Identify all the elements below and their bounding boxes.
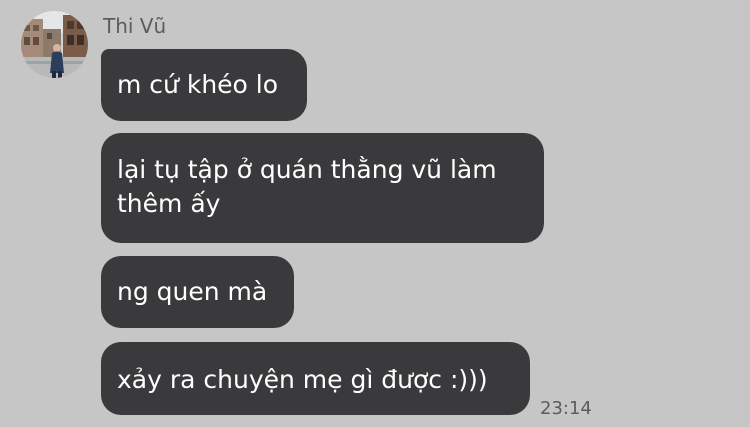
message-text: m cứ khéo lo — [117, 70, 279, 99]
contact-avatar[interactable] — [21, 11, 88, 78]
sender-name: Thi Vũ — [103, 14, 167, 38]
message-text: lại tụ tập ở quán thằng vũ làm — [117, 155, 497, 184]
chat-area: Thi Vũ m cứ khéo lo lại tụ tập ở quán th… — [0, 0, 750, 427]
message-bubble[interactable]: ng quen mà — [101, 256, 294, 328]
message-text: thêm ấy — [117, 189, 221, 218]
message-bubble[interactable]: xảy ra chuyện mẹ gì được :))) — [101, 342, 530, 415]
message-bubble[interactable]: lại tụ tập ở quán thằng vũ làm thêm ấy — [101, 133, 544, 243]
message-text: xảy ra chuyện mẹ gì được :))) — [117, 365, 488, 394]
message-text: ng quen mà — [117, 277, 268, 306]
message-timestamp: 23:14 — [540, 398, 592, 419]
avatar-photo-icon — [21, 11, 88, 78]
message-bubble[interactable]: m cứ khéo lo — [101, 49, 307, 121]
